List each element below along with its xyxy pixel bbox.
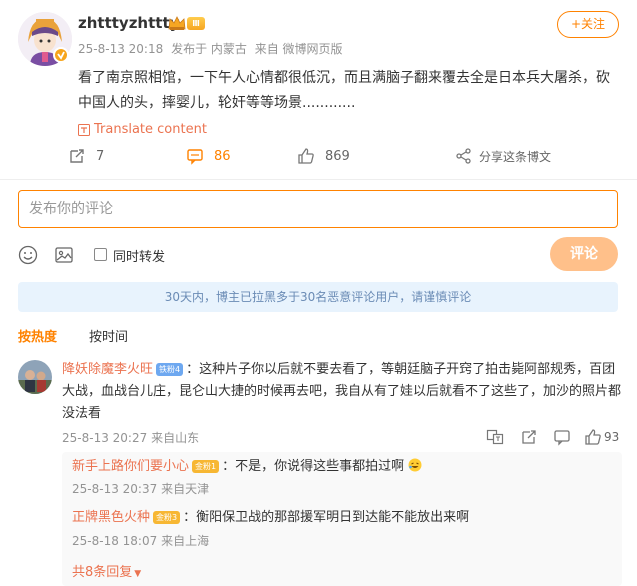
caret-down-icon: ▼	[134, 569, 142, 579]
gold-fan-badge: 金粉1	[192, 460, 220, 473]
repost-count: 7	[96, 148, 105, 164]
tab-by-hot[interactable]: 按热度	[18, 326, 57, 345]
reply-location: 来自上海	[161, 534, 210, 548]
submit-comment-button[interactable]: 评论	[550, 237, 618, 271]
like-count: 869	[325, 148, 350, 164]
comment-input[interactable]: 发布你的评论	[18, 190, 618, 228]
comment-button[interactable]: 86	[186, 147, 231, 165]
comment-like-icon[interactable]	[584, 428, 602, 446]
translate-label: Translate content	[94, 122, 207, 137]
translate-comment-icon[interactable]	[486, 428, 504, 446]
level-badge: Ⅲ	[187, 17, 205, 30]
comment-date: 25-8-13 20:27	[62, 431, 148, 445]
follow-button[interactable]: +关注	[557, 11, 619, 38]
translate-link[interactable]: Translate content	[78, 122, 207, 137]
post-meta: 25-8-13 20:18 发布于 内蒙古 来自 微博网页版	[78, 40, 347, 57]
comment-meta: 25-8-13 20:27 来自山东	[62, 429, 199, 446]
reply-meta: 25-8-18 18:07 来自上海	[72, 532, 209, 549]
reply-author[interactable]: 新手上路你们要小心	[72, 459, 189, 474]
post-location: 发布于 内蒙古	[171, 42, 247, 56]
emoji-icon[interactable]	[18, 245, 38, 265]
thumbs-up-icon	[298, 148, 314, 164]
share-icon	[456, 148, 471, 164]
repost-button[interactable]: 7	[68, 147, 104, 165]
post-date[interactable]: 25-8-13 20:18	[78, 42, 163, 56]
comment-body: 降妖除魔李火旺 铁粉4 ：这种片子你以后就不要去看了，等朝廷脑子开窍了拍击毙阿部规秀…	[62, 359, 622, 425]
divider	[0, 179, 637, 180]
reply-text: ：衡阳保卫战的那部援军明日到达能不能放出来啊	[183, 510, 470, 525]
reply-author[interactable]: 正牌黑色火种	[72, 510, 150, 525]
reply-meta: 25-8-13 20:37 来自天津	[72, 480, 209, 497]
comment-icon	[187, 149, 203, 165]
comment-location: 来自山东	[151, 431, 200, 445]
post-text: 看了南京照相馆，一下午人心情都很低沉，而且满脑子翻来覆去全是日本兵大屠杀，砍中国…	[78, 70, 610, 111]
reply-text: ：不是，你说得这些事都拍过啊	[222, 459, 405, 474]
reply-date: 25-8-13 20:37	[72, 482, 158, 496]
image-icon[interactable]	[54, 245, 74, 265]
comment-notice: 30天内，博主已拉黑多于30名恶意评论用户，请谨慎评论	[18, 282, 618, 312]
repost-comment-icon[interactable]	[520, 428, 538, 446]
commenter-avatar[interactable]	[18, 360, 52, 394]
repost-icon	[70, 149, 84, 163]
like-button[interactable]: 869	[297, 147, 350, 165]
comment-count: 86	[214, 148, 231, 164]
post-actions: 7 86 869 分享这条博文	[0, 147, 637, 171]
comment-like-count: 93	[604, 430, 620, 444]
share-label: 分享这条博文	[479, 149, 552, 164]
reply-item: 正牌黑色火种 金粉3 ：衡阳保卫战的那部援军明日到达能不能放出来啊	[72, 508, 469, 528]
post-source: 来自 微博网页版	[254, 42, 343, 56]
verified-badge-icon	[53, 47, 69, 63]
reply-comment-icon[interactable]	[553, 428, 571, 446]
fan-badge: 铁粉4	[156, 363, 184, 376]
translate-icon	[78, 123, 90, 136]
share-button[interactable]: 分享这条博文	[455, 147, 551, 165]
more-replies-link[interactable]: 共8条回复 ▼	[72, 561, 141, 580]
gold-fan-badge: 金粉3	[153, 511, 181, 524]
repost-checkbox[interactable]	[94, 248, 107, 261]
crown-icon	[168, 15, 186, 31]
commenter-name[interactable]: 降妖除魔李火旺	[62, 362, 153, 377]
reply-location: 来自天津	[161, 482, 210, 496]
tab-by-time[interactable]: 按时间	[89, 326, 128, 345]
repost-checkbox-label[interactable]: 同时转发	[113, 246, 165, 265]
more-replies-label: 共8条回复	[72, 565, 133, 580]
reply-item: 新手上路你们要小心 金粉1 ：不是，你说得这些事都拍过啊	[72, 457, 422, 477]
laughing-emoji-icon	[408, 458, 422, 472]
author-name[interactable]: zhtttyzhttty	[78, 14, 179, 32]
reply-date: 25-8-18 18:07	[72, 534, 158, 548]
